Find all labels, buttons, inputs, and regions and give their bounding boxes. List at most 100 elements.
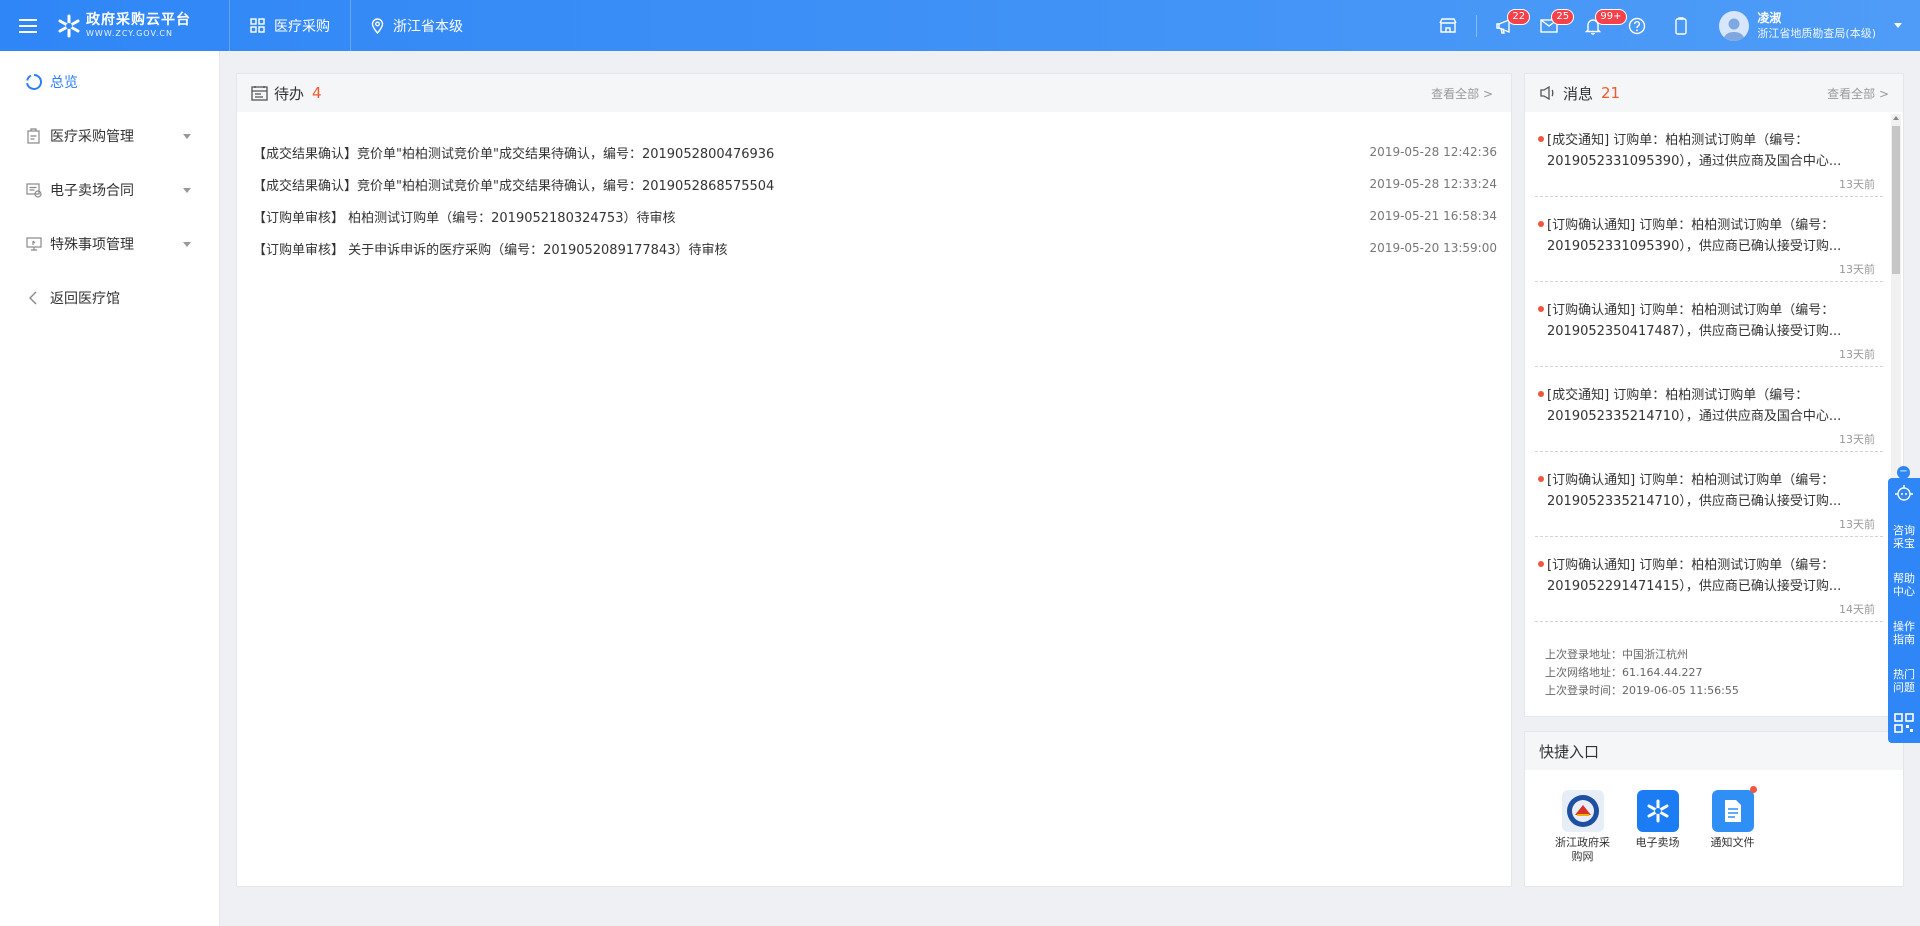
message-text: [成交通知] 订购单：柏柏测试订购单（编号：2019052331095390），… bbox=[1547, 133, 1842, 169]
message-item[interactable]: [成交通知] 订购单：柏柏测试订购单（编号：2019052331095390），… bbox=[1535, 112, 1883, 197]
todo-row[interactable]: 【订购单审核】 关于申诉申诉的医疗采购（编号：2019052089177843）… bbox=[237, 232, 1511, 264]
message-time: 13天前 bbox=[1839, 263, 1875, 276]
todo-time: 2019-05-21 16:58:34 bbox=[1369, 209, 1497, 223]
announcement-button[interactable]: 22 bbox=[1483, 0, 1531, 51]
logo-subtitle: WWW.ZCY.GOV.CN bbox=[86, 29, 173, 38]
login-time: 上次登录时间：2019-06-05 11:56:55 bbox=[1545, 684, 1739, 697]
robot-icon[interactable] bbox=[1893, 482, 1915, 504]
mail-button[interactable]: 25 bbox=[1527, 0, 1575, 51]
todo-row[interactable]: 【成交结果确认】竞价单"柏柏测试竞价单"成交结果待确认，编号：201905280… bbox=[237, 136, 1511, 168]
help-button[interactable] bbox=[1615, 0, 1659, 51]
rail-guide[interactable]: 操作指南 bbox=[1888, 620, 1920, 646]
message-time: 13天前 bbox=[1839, 178, 1875, 191]
unread-dot bbox=[1538, 306, 1544, 312]
todo-row[interactable]: 【订购单审核】 柏柏测试订购单（编号：2019052180324753）待审核 … bbox=[237, 200, 1511, 232]
sidebar-item-special-matters[interactable]: 特殊事项管理 bbox=[0, 217, 219, 271]
sidebar-item-label: 电子卖场合同 bbox=[50, 183, 134, 199]
quick-item-label: 通知文件 bbox=[1710, 836, 1755, 849]
emblem-icon bbox=[1561, 790, 1604, 832]
unread-dot bbox=[1749, 786, 1757, 793]
menu-toggle-button[interactable] bbox=[0, 0, 56, 51]
todo-text: 【成交结果确认】竞价单"柏柏测试竞价单"成交结果待确认，编号：201905280… bbox=[253, 146, 775, 162]
quick-entry-list: 浙江政府采购网 电子卖场 通知文件 bbox=[1525, 770, 1903, 864]
quick-item-emall[interactable]: 电子卖场 bbox=[1620, 790, 1695, 864]
user-icon bbox=[1723, 18, 1746, 41]
message-item[interactable]: [订购确认通知] 订购单：柏柏测试订购单（编号：2019052331095390… bbox=[1535, 197, 1883, 282]
todo-count: 4 bbox=[312, 84, 322, 102]
logo-icon bbox=[56, 13, 82, 39]
quick-item-zj-procurement[interactable]: 浙江政府采购网 bbox=[1545, 790, 1620, 864]
messages-count: 21 bbox=[1601, 84, 1621, 102]
sidebar-item-procurement-mgmt[interactable]: 医疗采购管理 bbox=[0, 109, 219, 163]
todo-text: 【订购单审核】 关于申诉申诉的医疗采购（编号：2019052089177843）… bbox=[253, 242, 728, 258]
sidebar-item-overview[interactable]: 总览 bbox=[0, 55, 219, 109]
message-text: [订购确认通知] 订购单：柏柏测试订购单（编号：2019052335214710… bbox=[1547, 473, 1842, 509]
notification-button[interactable]: 99+ bbox=[1571, 0, 1627, 51]
message-item[interactable]: [订购确认通知] 订购单：柏柏测试订购单（编号：2019052350417487… bbox=[1535, 282, 1883, 367]
qrcode-icon[interactable] bbox=[1894, 713, 1914, 733]
unread-dot bbox=[1538, 476, 1544, 482]
unread-dot bbox=[1538, 561, 1544, 567]
shop-icon bbox=[1439, 18, 1458, 33]
messages-view-all-link[interactable]: 查看全部 > bbox=[1827, 85, 1889, 102]
sidebar-item-label: 返回医疗馆 bbox=[50, 291, 120, 307]
todo-row[interactable]: 【成交结果确认】竞价单"柏柏测试竞价单"成交结果待确认，编号：201905286… bbox=[237, 168, 1511, 200]
messages-panel: 消息 21 查看全部 > [成交通知] 订购单：柏柏测试订购单（编号：20190… bbox=[1524, 73, 1904, 717]
sidebar: 总览 医疗采购管理 电子卖场合同 特殊事项管理 返回医疗馆 bbox=[0, 51, 220, 926]
nav-procurement[interactable]: 医疗采购 bbox=[229, 0, 350, 51]
chevron-left-icon bbox=[24, 288, 44, 308]
sidebar-item-label: 总览 bbox=[50, 75, 78, 91]
todo-list: 【成交结果确认】竞价单"柏柏测试竞价单"成交结果待确认，编号：201905280… bbox=[237, 112, 1511, 264]
login-address: 上次登录地址：中国浙江杭州 bbox=[1545, 648, 1688, 661]
message-time: 13天前 bbox=[1839, 348, 1875, 361]
scroll-up-icon[interactable] bbox=[1893, 116, 1899, 120]
quick-entry-panel: 快捷入口 浙江政府采购网 电子卖场 通知文件 bbox=[1524, 731, 1904, 887]
nav-region-label: 浙江省本级 bbox=[393, 18, 463, 35]
sidebar-item-label: 特殊事项管理 bbox=[50, 237, 134, 253]
todo-title: 待办 bbox=[274, 84, 305, 103]
message-time: 14天前 bbox=[1839, 603, 1875, 616]
quick-item-label: 电子卖场 bbox=[1635, 836, 1680, 849]
location-pin-icon bbox=[371, 17, 384, 34]
mall-icon bbox=[1636, 790, 1679, 832]
message-item[interactable]: [订购确认通知] 订购单：柏柏测试订购单（编号：2019052335214710… bbox=[1535, 452, 1883, 537]
mobile-button[interactable] bbox=[1659, 0, 1703, 51]
grid-icon bbox=[250, 18, 265, 33]
divider bbox=[1476, 14, 1478, 37]
rail-help-center[interactable]: 帮助中心 bbox=[1888, 572, 1920, 598]
chevron-down-icon bbox=[183, 242, 191, 247]
overview-icon bbox=[24, 72, 44, 92]
shop-button[interactable] bbox=[1426, 0, 1470, 51]
message-list[interactable]: [成交通知] 订购单：柏柏测试订购单（编号：2019052331095390），… bbox=[1525, 112, 1893, 628]
help-icon bbox=[1629, 17, 1646, 34]
logo[interactable]: 政府采购云平台 WWW.ZCY.GOV.CN bbox=[56, 0, 221, 51]
message-text: [成交通知] 订购单：柏柏测试订购单（编号：2019052335214710），… bbox=[1547, 388, 1842, 424]
scrollbar-thumb[interactable] bbox=[1892, 126, 1900, 274]
speaker-icon bbox=[1540, 85, 1554, 101]
monitor-icon bbox=[24, 234, 44, 254]
message-text: [订购确认通知] 订购单：柏柏测试订购单（编号：2019052350417487… bbox=[1547, 303, 1842, 339]
procurement-icon bbox=[24, 126, 44, 146]
unread-dot bbox=[1538, 221, 1544, 227]
quick-entry-header: 快捷入口 bbox=[1525, 732, 1903, 770]
quick-item-notices[interactable]: 通知文件 bbox=[1695, 786, 1770, 864]
sidebar-item-contracts[interactable]: 电子卖场合同 bbox=[0, 163, 219, 217]
quick-item-label: 浙江政府采购网 bbox=[1555, 836, 1610, 863]
message-item[interactable]: [成交通知] 订购单：柏柏测试订购单（编号：2019052335214710），… bbox=[1535, 367, 1883, 452]
chevron-down-icon bbox=[183, 188, 191, 193]
message-time: 13天前 bbox=[1839, 433, 1875, 446]
sidebar-item-back[interactable]: 返回医疗馆 bbox=[0, 271, 219, 325]
nav-region[interactable]: 浙江省本级 bbox=[350, 0, 483, 51]
help-rail: 咨询采宝 帮助中心 操作指南 热门问题 bbox=[1888, 478, 1920, 743]
todo-time: 2019-05-28 12:42:36 bbox=[1369, 145, 1497, 159]
rail-faq[interactable]: 热门问题 bbox=[1888, 668, 1920, 694]
todo-view-all-link[interactable]: 查看全部 > bbox=[1431, 85, 1493, 102]
message-text: [订购确认通知] 订购单：柏柏测试订购单（编号：2019052331095390… bbox=[1547, 218, 1842, 254]
phone-icon bbox=[1675, 16, 1688, 35]
message-text: [订购确认通知] 订购单：柏柏测试订购单（编号：2019052291471415… bbox=[1547, 558, 1842, 594]
message-time: 13天前 bbox=[1839, 518, 1875, 531]
rail-consult[interactable]: 咨询采宝 bbox=[1888, 524, 1920, 550]
user-menu[interactable]: 凌淑 浙江省地质勘查局(本级) bbox=[1703, 0, 1920, 51]
message-item[interactable]: [订购确认通知] 订购单：柏柏测试订购单（编号：2019052291471415… bbox=[1535, 537, 1883, 622]
messages-title: 消息 bbox=[1563, 84, 1594, 103]
